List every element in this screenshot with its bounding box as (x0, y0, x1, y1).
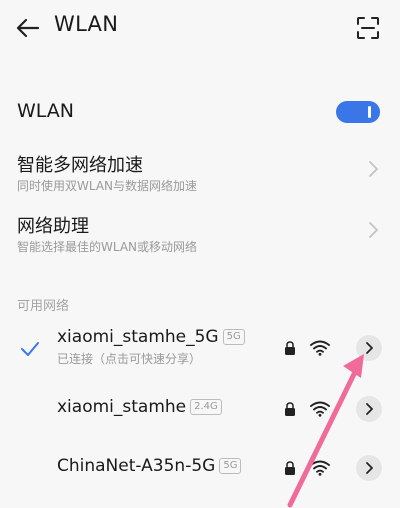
header: WLAN (0, 0, 400, 56)
network-ssid: xiaomi_stamhe (57, 397, 187, 417)
network-details-button[interactable] (356, 335, 382, 361)
chevron-right-icon (366, 462, 373, 474)
chevron-right-icon (369, 222, 378, 238)
network-details-button[interactable] (356, 455, 382, 481)
scan-button[interactable] (354, 14, 382, 42)
network-assistant-row[interactable]: 网络助理 智能选择最佳的WLAN或移动网络 (0, 208, 400, 268)
smart-acceleration-row[interactable]: 智能多网络加速 同时使用双WLAN与数据网络加速 (0, 147, 400, 207)
scan-frame-icon (357, 17, 379, 39)
network-row[interactable]: ChinaNet-A35n-5G 5G (0, 441, 400, 493)
wlan-toggle-row[interactable]: WLAN (0, 88, 400, 136)
row-title: 网络助理 (17, 216, 89, 237)
wifi-signal-icon (310, 340, 330, 356)
network-row[interactable]: xiaomi_stamhe 2.4G (0, 382, 400, 434)
row-title: 智能多网络加速 (17, 155, 143, 176)
chevron-right-icon (369, 161, 378, 177)
band-badge: 5G (222, 329, 245, 345)
wifi-signal-icon (310, 401, 330, 417)
row-subtitle: 同时使用双WLAN与数据网络加速 (17, 179, 198, 193)
network-ssid: xiaomi_stamhe_5G (57, 327, 219, 347)
wlan-switch[interactable] (336, 101, 380, 123)
network-name: ChinaNet-A35n-5G 5G (57, 456, 242, 476)
network-details-button[interactable] (356, 396, 382, 422)
available-networks-header: 可用网络 (17, 299, 70, 314)
lock-icon (285, 402, 295, 416)
lock-icon (285, 461, 295, 475)
back-button[interactable] (14, 14, 42, 42)
arrow-left-icon (16, 18, 40, 38)
chevron-right-icon (366, 403, 373, 415)
network-row-connected[interactable]: xiaomi_stamhe_5G 5G 已连接（点击可快速分享） (0, 323, 400, 375)
lock-icon (285, 341, 295, 355)
page-title: WLAN (54, 12, 119, 36)
check-icon (21, 342, 39, 356)
wlan-settings-page: WLAN WLAN 智能多网络加速 同时使用双WLAN与数据网络加速 网络助理 … (0, 0, 400, 508)
switch-knob (368, 106, 371, 118)
chevron-right-icon (366, 342, 373, 354)
row-subtitle: 智能选择最佳的WLAN或移动网络 (17, 240, 198, 254)
wlan-label: WLAN (17, 100, 75, 122)
wifi-signal-icon (310, 460, 330, 476)
network-status: 已连接（点击可快速分享） (57, 352, 202, 366)
network-ssid: ChinaNet-A35n-5G (57, 456, 216, 476)
network-name: xiaomi_stamhe 2.4G (57, 397, 222, 417)
network-name: xiaomi_stamhe_5G 5G (57, 327, 245, 347)
band-badge: 2.4G (190, 399, 222, 415)
band-badge: 5G (219, 458, 242, 474)
